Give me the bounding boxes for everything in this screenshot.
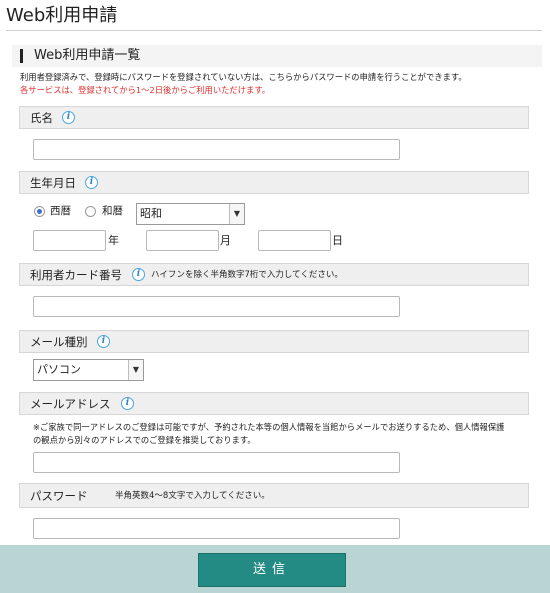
- day-unit: 日: [332, 234, 343, 247]
- info-icon[interactable]: i: [132, 268, 145, 281]
- password-input[interactable]: [33, 518, 400, 539]
- name-label: 氏名: [30, 111, 53, 125]
- mail-type-label: メール種別: [30, 335, 88, 349]
- mail-address-note-line1: ※ご家族で同一アドレスのご登録は可能ですが、予約された本等の個人情報を当館からメ…: [33, 422, 505, 432]
- intro-text: 利用者登録済みで、登録時にパスワードを登録されていない方は、こちらからパスワード…: [20, 72, 467, 82]
- wareki-era-select[interactable]: 昭和 ▼: [136, 203, 245, 225]
- mail-type-value: パソコン: [37, 363, 81, 376]
- month-unit: 月: [220, 234, 231, 247]
- mail-address-input[interactable]: [33, 452, 400, 473]
- section-header-bar: [20, 49, 23, 63]
- section-title: Web利用申請一覧: [34, 48, 141, 63]
- wareki-era-value: 昭和: [140, 207, 162, 220]
- name-input[interactable]: [33, 139, 400, 160]
- birth-month-input[interactable]: [146, 230, 219, 251]
- info-icon[interactable]: i: [121, 397, 134, 410]
- birthdate-row-header: 生年月日 i: [19, 171, 529, 194]
- mail-type-row-header: メール種別 i: [19, 330, 529, 353]
- radio-seireki[interactable]: [34, 206, 45, 217]
- intro-notice: 各サービスは、登録されてから1〜2日後からご利用いただけます。: [20, 85, 271, 95]
- mail-address-row-header: メールアドレス i: [19, 392, 529, 415]
- year-unit: 年: [108, 234, 119, 247]
- radio-wareki[interactable]: [85, 206, 96, 217]
- card-number-hint: ハイフンを除く半角数字7桁で入力してください。: [151, 270, 343, 280]
- mail-type-select[interactable]: パソコン ▼: [33, 359, 144, 381]
- mail-address-note-line2: の観点から別々のアドレスでのご登録を推奨しております。: [33, 435, 256, 445]
- password-row-header: パスワード 半角英数4〜8文字で入力してください。: [19, 483, 529, 508]
- radio-seireki-label: 西暦: [50, 205, 71, 217]
- password-label: パスワード: [30, 489, 88, 503]
- name-row-header: 氏名 i: [19, 106, 529, 129]
- birth-year-input[interactable]: [33, 230, 106, 251]
- info-icon[interactable]: i: [97, 335, 110, 348]
- submit-button[interactable]: 送信: [198, 553, 346, 587]
- radio-wareki-label: 和暦: [102, 205, 123, 217]
- section-header: Web利用申請一覧: [12, 45, 542, 67]
- card-number-label: 利用者カード番号: [30, 268, 122, 282]
- page-title: Web利用申請: [6, 5, 118, 26]
- chevron-down-icon: ▼: [128, 360, 143, 380]
- chevron-down-icon: ▼: [229, 204, 244, 224]
- password-hint: 半角英数4〜8文字で入力してください。: [115, 491, 270, 501]
- card-number-row-header: 利用者カード番号 i ハイフンを除く半角数字7桁で入力してください。: [19, 263, 529, 286]
- info-icon[interactable]: i: [85, 176, 98, 189]
- card-number-input[interactable]: [33, 296, 400, 317]
- footer-bar: 送信: [0, 545, 550, 593]
- title-divider: [6, 30, 542, 31]
- mail-address-label: メールアドレス: [30, 397, 111, 411]
- birth-day-input[interactable]: [258, 230, 331, 251]
- birthdate-label: 生年月日: [30, 176, 76, 190]
- info-icon[interactable]: i: [62, 111, 75, 124]
